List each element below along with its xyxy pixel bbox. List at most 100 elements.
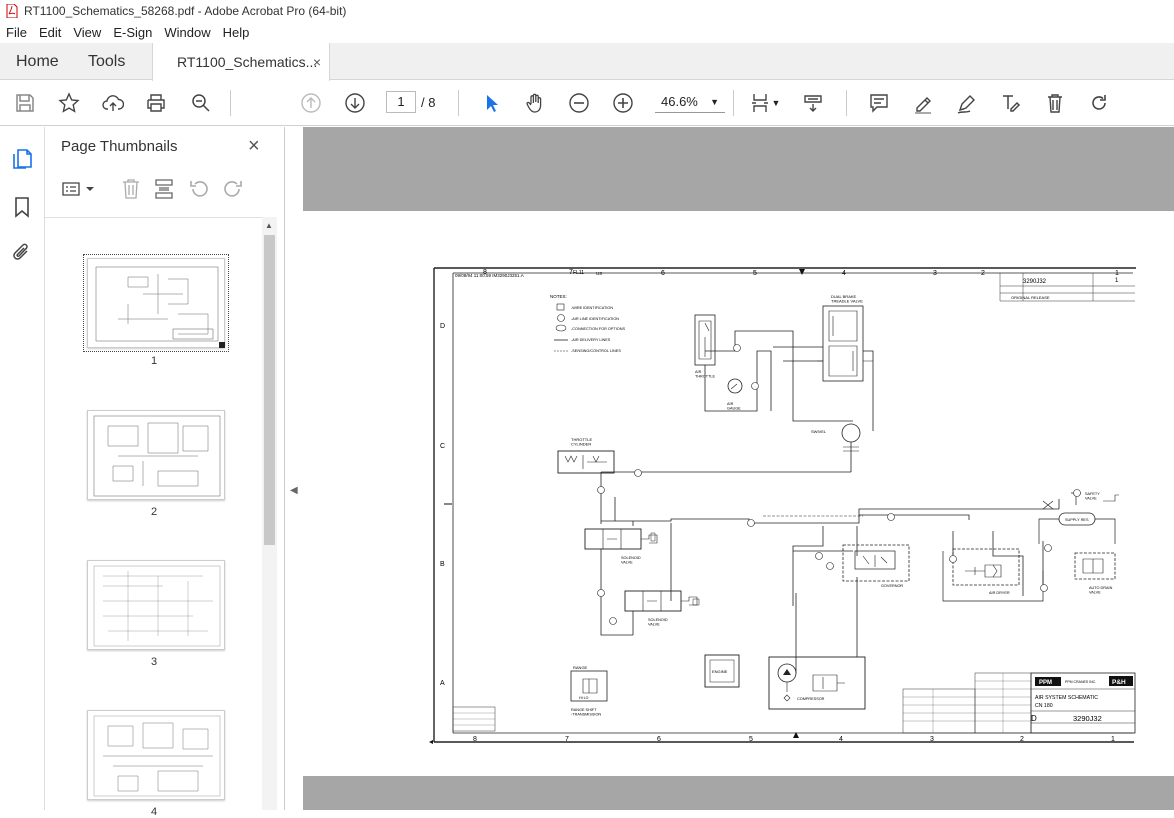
tab-tools[interactable]: Tools	[88, 43, 125, 80]
zone-side-a: A	[440, 680, 445, 687]
thumbnail-label-1: 1	[150, 355, 158, 367]
panel-collapse-handle[interactable]: ◀	[285, 127, 303, 810]
thumbnail-label-4: 4	[150, 806, 158, 818]
zone-top-5: 5	[753, 270, 757, 277]
close-panel-icon[interactable]: ×	[248, 135, 260, 158]
menu-window[interactable]: Window	[158, 25, 216, 40]
hand-tool-icon[interactable]	[522, 91, 548, 115]
edit-text-icon[interactable]	[998, 91, 1024, 115]
label-air-gauge: AIR GAUGE	[727, 402, 741, 410]
window-titlebar: RT1100_Schematics_58268.pdf - Adobe Acro…	[0, 0, 1174, 22]
page-thumbnail-4[interactable]	[87, 710, 225, 800]
drawing-subtitle: CN 180	[1035, 703, 1053, 709]
menu-file[interactable]: File	[0, 25, 33, 40]
highlight-pen-icon[interactable]	[910, 91, 936, 115]
tab-document-label: RT1100_Schematics...	[177, 54, 318, 70]
label-supply-res: SUPPLY RES	[1065, 518, 1089, 522]
zone-top-6: 6	[661, 270, 665, 277]
thumbnail-scrollbar[interactable]: ▲	[262, 217, 277, 810]
thumbnail-list: 1 2 3 4	[45, 217, 263, 818]
drawing-title: AIR SYSTEM SCHEMATIC	[1035, 695, 1098, 701]
zone-top-4: 4	[842, 270, 846, 277]
revision-note: ORIGINAL RELEASE	[1011, 295, 1050, 300]
panel-title: Page Thumbnails	[61, 138, 178, 155]
label-safety-valve: SAFETY VALVE	[1085, 492, 1100, 500]
thumbnail-options-icon[interactable]	[60, 177, 96, 201]
attachment-icon[interactable]	[10, 241, 34, 265]
label-governor: GOVERNOR	[881, 584, 903, 588]
drawing-size: D	[1031, 714, 1037, 723]
rotate-clockwise-icon[interactable]	[221, 177, 245, 201]
scrolling-mode-icon[interactable]	[800, 91, 826, 115]
delete-page-icon[interactable]	[119, 177, 143, 201]
page-thumbnails-icon[interactable]	[10, 147, 34, 171]
menu-view[interactable]: View	[67, 25, 107, 40]
label-swivel: SWIVEL	[811, 429, 827, 434]
select-cursor-icon[interactable]	[478, 91, 504, 115]
page-total: / 8	[421, 95, 436, 110]
zoom-search-icon[interactable]	[188, 91, 214, 115]
zone-top-8: 8	[483, 269, 487, 276]
sheet-number: 1	[1115, 278, 1119, 284]
label-solenoid-valve-2: SOLENOID VALVE	[648, 618, 668, 626]
document-viewer[interactable]: 09/08/94 11:00:59 IM3290J3251.A FL11 US …	[303, 127, 1174, 810]
page-thumbnail-1[interactable]	[83, 254, 229, 352]
page-thumbnail-3[interactable]	[87, 560, 225, 650]
logo-ph: P&H	[1112, 679, 1126, 686]
zone-side-d: D	[440, 323, 445, 330]
tab-bar: Home Tools RT1100_Schematics... ×	[0, 43, 1174, 81]
rotate-counterclockwise-icon[interactable]	[187, 177, 211, 201]
menu-esign[interactable]: E-Sign	[107, 25, 158, 40]
bookmark-star-icon[interactable]	[56, 91, 82, 115]
upload-cloud-icon[interactable]	[100, 91, 126, 115]
zoom-select[interactable]: 46.6% ▼	[655, 91, 725, 113]
bookmark-icon[interactable]	[10, 195, 34, 219]
zone-bottom-6: 6	[657, 736, 661, 743]
label-solenoid-valve-1: SOLENOID VALVE	[621, 556, 641, 564]
page-thumbnail-2[interactable]	[87, 410, 225, 500]
note-air-line: -AIR LINE IDENTIFICATION	[571, 317, 619, 321]
main-toolbar: 1 / 8 46.6% ▼ ▼	[0, 81, 1174, 126]
draw-pen-icon[interactable]	[954, 91, 980, 115]
zoom-in-icon[interactable]	[610, 91, 636, 115]
tab-document[interactable]: RT1100_Schematics... ×	[152, 43, 330, 81]
label-engine: ENGINE	[712, 669, 728, 674]
zone-top-7: 7	[569, 269, 573, 276]
page-fit-dropdown-icon[interactable]: ▼	[770, 91, 782, 115]
collapse-arrow-icon[interactable]: ◀	[290, 485, 298, 496]
scrollbar-thumb[interactable]	[264, 235, 275, 545]
thumbnail-label-2: 2	[150, 506, 158, 518]
delete-trash-icon[interactable]	[1042, 91, 1068, 115]
tab-home[interactable]: Home	[16, 43, 59, 80]
zone-top-3: 3	[933, 270, 937, 277]
previous-page-icon[interactable]	[298, 91, 324, 115]
rotate-icon[interactable]	[1086, 91, 1112, 115]
label-range: RANGE	[573, 665, 588, 670]
zone-bottom-5: 5	[749, 736, 753, 743]
label-air-dryer: AIR DRYER	[989, 591, 1010, 595]
header-fl: FL11	[573, 270, 584, 276]
label-range-shift: RANGE SHIFT -TRANSMISSION	[571, 708, 601, 716]
logo-ppm: PPM	[1039, 680, 1052, 686]
next-page-icon[interactable]	[342, 91, 368, 115]
save-icon[interactable]	[12, 91, 38, 115]
zone-bottom-8: 8	[473, 736, 477, 743]
menu-bar: File Edit View E-Sign Window Help	[0, 22, 1174, 43]
scroll-up-icon[interactable]: ▲	[265, 221, 273, 230]
print-icon[interactable]	[143, 91, 169, 115]
comment-icon[interactable]	[866, 91, 892, 115]
close-tab-icon[interactable]: ×	[313, 54, 321, 70]
zoom-out-icon[interactable]	[566, 91, 592, 115]
menu-help[interactable]: Help	[217, 25, 256, 40]
zone-bottom-2: 2	[1020, 736, 1024, 743]
zoom-value: 46.6%	[661, 94, 698, 109]
pdf-page: 09/08/94 11:00:59 IM3290J3251.A FL11 US …	[303, 211, 1174, 776]
thumbnail-label-3: 3	[150, 656, 158, 668]
label-dual-brake: DUAL BRAKE TREADLE VALVE	[831, 294, 863, 304]
menu-edit[interactable]: Edit	[33, 25, 67, 40]
extract-page-icon[interactable]	[153, 177, 177, 201]
note-delivery: -AIR DELIVERY LINES	[571, 338, 611, 342]
company-name: PPM CRANES INC.	[1065, 680, 1096, 684]
zone-top-2: 2	[981, 270, 985, 277]
page-number-input[interactable]: 1	[386, 91, 416, 113]
